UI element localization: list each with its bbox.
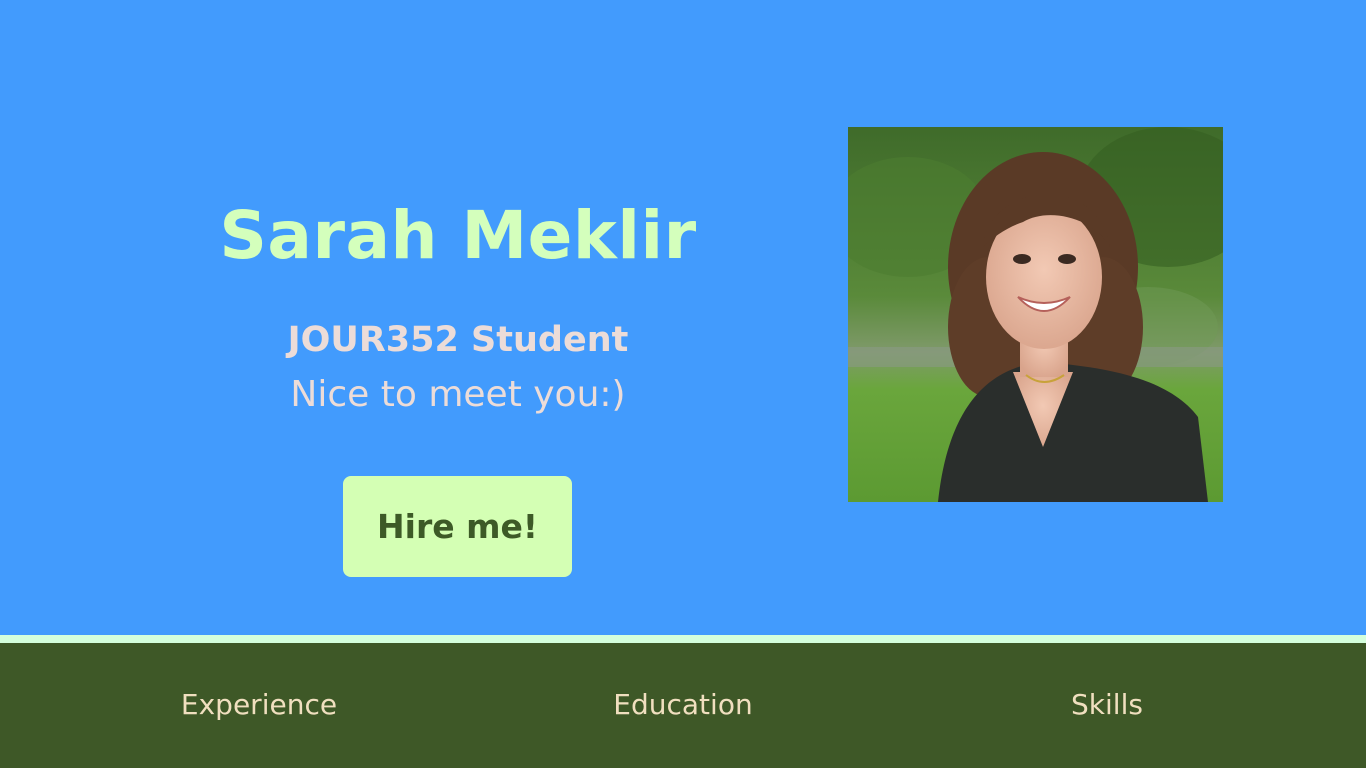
footer-nav: Experience Education Skills	[0, 643, 1366, 768]
section-divider	[0, 635, 1366, 643]
hero-section: Sarah Meklir JOUR352 Student Nice to mee…	[0, 0, 1366, 635]
nav-link-skills[interactable]: Skills	[1007, 687, 1207, 723]
subtitle: JOUR352 Student	[287, 320, 629, 360]
nav-link-education[interactable]: Education	[583, 687, 783, 723]
profile-photo	[848, 127, 1223, 502]
tagline: Nice to meet you:)	[290, 374, 626, 415]
hire-me-button[interactable]: Hire me!	[343, 476, 572, 577]
nav-link-experience[interactable]: Experience	[159, 687, 359, 723]
page-title: Sarah Meklir	[219, 197, 697, 274]
